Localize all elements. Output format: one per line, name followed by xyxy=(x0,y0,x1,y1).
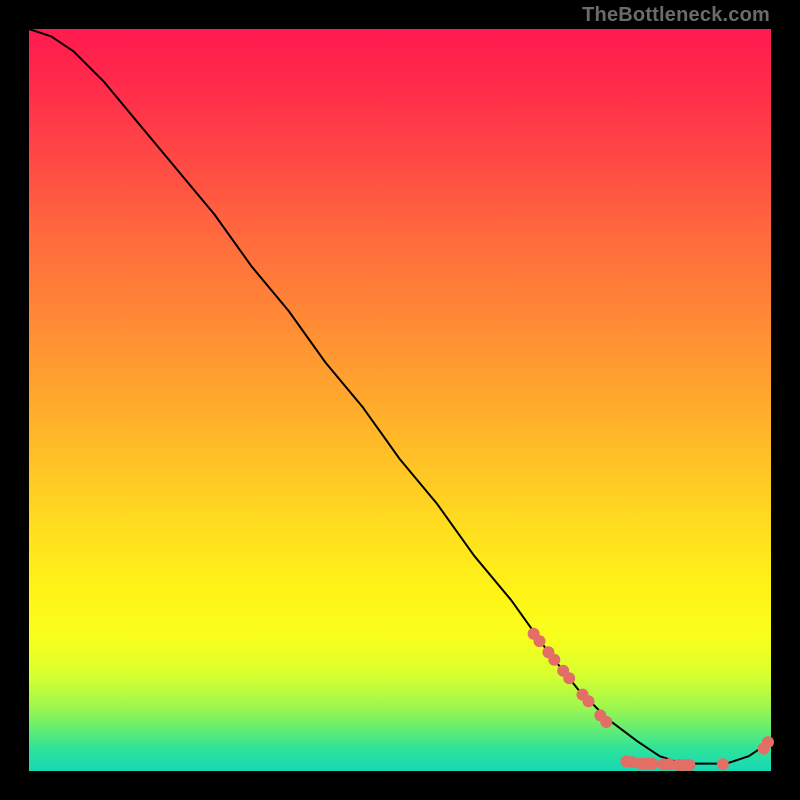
chart-marker xyxy=(563,672,575,684)
chart-marker xyxy=(583,695,595,707)
chart-frame: TheBottleneck.com xyxy=(0,0,800,800)
chart-marker xyxy=(548,654,560,666)
chart-marker xyxy=(646,758,658,770)
chart-marker xyxy=(600,716,612,728)
watermark-text: TheBottleneck.com xyxy=(582,4,770,27)
plot-area xyxy=(29,29,771,771)
chart-marker xyxy=(762,736,774,748)
chart-marker xyxy=(717,758,729,770)
bottleneck-curve xyxy=(29,29,771,764)
chart-marker xyxy=(683,759,695,771)
chart-svg xyxy=(29,29,771,771)
chart-marker xyxy=(534,635,546,647)
